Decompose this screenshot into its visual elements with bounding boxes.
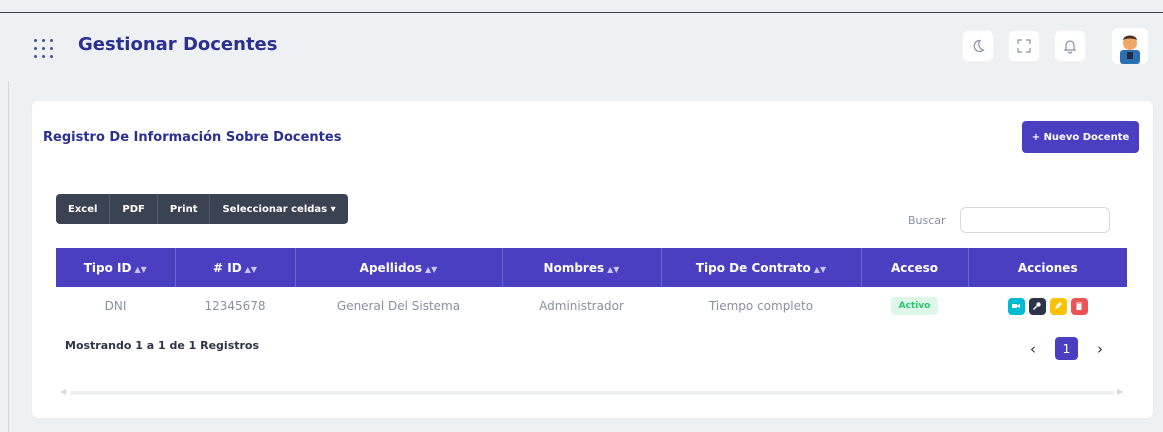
cell-apellidos: General Del Sistema bbox=[295, 287, 502, 325]
select-cells-dropdown[interactable]: Seleccionar celdas ▾ bbox=[210, 194, 347, 224]
sort-icon: ▲▼ bbox=[134, 264, 147, 274]
sort-icon: ▲▼ bbox=[425, 264, 438, 274]
bell-icon bbox=[1063, 40, 1077, 54]
col-id[interactable]: # ID ▲▼ bbox=[175, 248, 296, 287]
col-label: Tipo De Contrato bbox=[695, 260, 811, 275]
docentes-table: Tipo ID ▲▼ # ID ▲▼ Apellidos ▲▼ Nombres ▲▼ T… bbox=[56, 248, 1127, 325]
col-label: Tipo ID bbox=[83, 260, 132, 275]
col-tipo-contrato[interactable]: Tipo De Contrato ▲▼ bbox=[661, 248, 862, 287]
pagination: ‹ 1 › bbox=[1027, 337, 1106, 360]
status-badge: Activo bbox=[890, 297, 939, 315]
col-label: Acceso bbox=[890, 260, 939, 275]
pdf-button[interactable]: PDF bbox=[110, 194, 158, 224]
new-docente-button[interactable]: + Nuevo Docente bbox=[1022, 121, 1139, 153]
cell-nombres: Administrador bbox=[502, 287, 661, 325]
cell-contrato: Tiempo completo bbox=[661, 287, 861, 325]
cell-acceso: Activo bbox=[861, 287, 968, 325]
trash-icon bbox=[1076, 302, 1082, 310]
search-label: Buscar bbox=[908, 214, 946, 227]
table-header-row: Tipo ID ▲▼ # ID ▲▼ Apellidos ▲▼ Nombres ▲▼ T… bbox=[56, 248, 1127, 287]
key-button[interactable] bbox=[1028, 297, 1046, 315]
edit-button[interactable] bbox=[1049, 297, 1067, 315]
fullscreen-icon bbox=[1017, 39, 1031, 53]
delete-button[interactable] bbox=[1070, 297, 1088, 315]
grid-menu-icon[interactable] bbox=[34, 37, 60, 61]
page-header: Gestionar Docentes bbox=[8, 13, 1163, 81]
notifications-button[interactable] bbox=[1054, 30, 1086, 62]
col-label: Acciones bbox=[1017, 260, 1078, 275]
col-nombres[interactable]: Nombres ▲▼ bbox=[502, 248, 662, 287]
scrollbar-thumb[interactable] bbox=[70, 391, 1114, 395]
video-button[interactable] bbox=[1007, 297, 1025, 315]
col-apellidos[interactable]: Apellidos ▲▼ bbox=[295, 248, 503, 287]
table-row: DNI 12345678 General Del Sistema Adminis… bbox=[56, 287, 1127, 325]
user-avatar[interactable] bbox=[1112, 28, 1148, 64]
page-1-button[interactable]: 1 bbox=[1055, 337, 1078, 360]
video-icon bbox=[1012, 304, 1020, 308]
scroll-left-icon[interactable]: ◀ bbox=[60, 387, 66, 396]
cell-id: 12345678 bbox=[175, 287, 295, 325]
edit-icon bbox=[1055, 302, 1062, 309]
prev-page-button[interactable]: ‹ bbox=[1027, 340, 1039, 358]
cell-acciones bbox=[968, 287, 1127, 325]
scroll-right-icon[interactable]: ▶ bbox=[1117, 387, 1123, 396]
print-button[interactable]: Print bbox=[158, 194, 211, 224]
sidebar-edge bbox=[8, 81, 9, 432]
pagination-info: Mostrando 1 a 1 de 1 Registros bbox=[65, 339, 260, 352]
horizontal-scrollbar[interactable]: ◀ ▶ bbox=[56, 387, 1127, 396]
fullscreen-button[interactable] bbox=[1008, 30, 1040, 62]
key-icon bbox=[1033, 302, 1041, 310]
search-input[interactable] bbox=[960, 207, 1110, 233]
col-label: Apellidos bbox=[359, 260, 423, 275]
col-acceso: Acceso bbox=[861, 248, 969, 287]
export-button-group: Excel PDF Print Seleccionar celdas ▾ bbox=[56, 194, 348, 224]
dark-mode-button[interactable] bbox=[962, 30, 994, 62]
col-acciones: Acciones bbox=[968, 248, 1127, 287]
col-label: Nombres bbox=[543, 260, 605, 275]
excel-button[interactable]: Excel bbox=[56, 194, 111, 224]
action-buttons bbox=[1007, 297, 1088, 315]
moon-icon bbox=[973, 39, 985, 53]
page-title: Gestionar Docentes bbox=[78, 34, 278, 55]
col-label: # ID bbox=[213, 260, 242, 275]
col-tipo-id[interactable]: Tipo ID ▲▼ bbox=[56, 248, 176, 287]
docentes-card: Registro De Información Sobre Docentes +… bbox=[32, 101, 1153, 418]
cell-tipo-id: DNI bbox=[56, 287, 175, 325]
sort-icon: ▲▼ bbox=[607, 264, 620, 274]
next-page-button[interactable]: › bbox=[1094, 340, 1106, 358]
sort-icon: ▲▼ bbox=[813, 264, 827, 274]
sort-icon: ▲▼ bbox=[244, 264, 257, 274]
avatar-icon bbox=[1112, 28, 1148, 64]
card-title: Registro De Información Sobre Docentes bbox=[43, 130, 342, 145]
